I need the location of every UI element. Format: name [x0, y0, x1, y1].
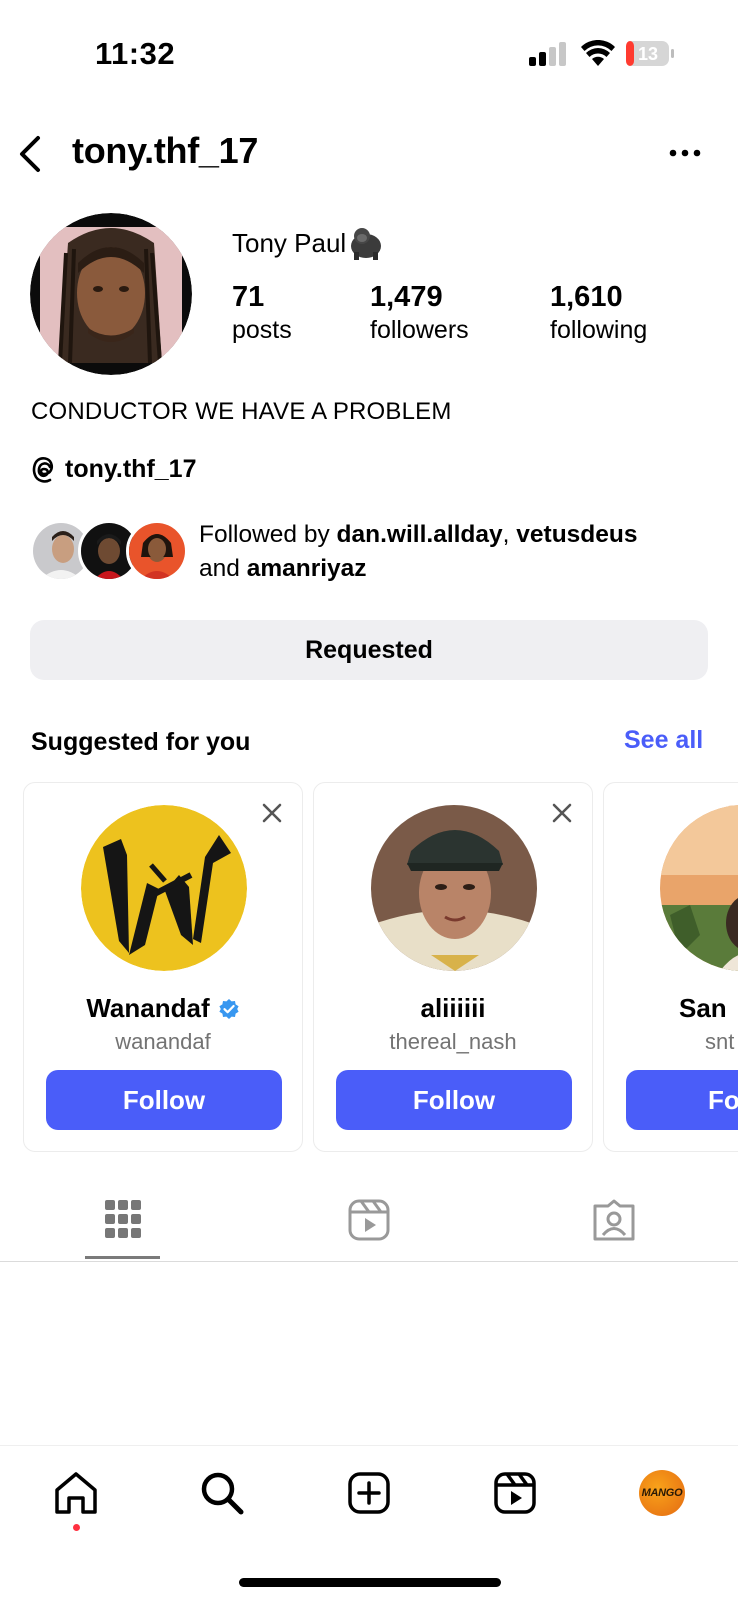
follow-button[interactable]: Fol — [626, 1070, 738, 1130]
gorilla-emoji-icon — [351, 228, 382, 260]
follow-button[interactable]: Follow — [46, 1070, 282, 1130]
battery-icon: 13 — [626, 41, 674, 66]
followed-by-separator: , — [502, 521, 510, 548]
following-stat[interactable]: 1,610 following — [550, 280, 647, 346]
profile-header: tony.thf_17 — [0, 120, 738, 190]
profile-thumb-text: MANGO — [641, 1487, 683, 1499]
create-icon — [348, 1472, 390, 1514]
threads-link[interactable]: tony.thf_17 — [31, 455, 197, 484]
dismiss-icon[interactable] — [550, 801, 574, 825]
suggested-title: Suggested for you — [31, 728, 251, 756]
back-chevron-icon[interactable] — [14, 132, 46, 176]
mutual-avatar — [126, 520, 188, 582]
more-options-icon[interactable] — [668, 146, 702, 160]
follow-button[interactable]: Follow — [336, 1070, 572, 1130]
tab-grid[interactable] — [85, 1190, 161, 1262]
profile-avatar-thumbnail: MANGO — [639, 1470, 685, 1516]
nav-create[interactable] — [344, 1468, 394, 1518]
suggested-avatar[interactable] — [371, 805, 537, 971]
search-icon — [201, 1472, 244, 1515]
cellular-signal-icon — [529, 42, 566, 66]
display-name: Tony Paul — [232, 226, 384, 260]
reels-icon — [494, 1472, 536, 1514]
followed-by-text[interactable]: Followed by dan.will.allday, vetusdeus a… — [199, 518, 719, 586]
suggested-name-text: aliiiiii — [420, 993, 486, 1023]
suggested-handle: wanandaf — [115, 1029, 211, 1054]
wifi-icon — [581, 40, 615, 66]
followers-label: followers — [370, 316, 469, 344]
grid-icon — [105, 1200, 141, 1238]
threads-handle: tony.thf_17 — [65, 455, 197, 483]
suggested-avatar[interactable] — [660, 805, 738, 971]
nav-reels[interactable] — [490, 1468, 540, 1518]
reels-icon — [348, 1199, 390, 1241]
suggested-avatar[interactable] — [81, 805, 247, 971]
suggested-card[interactable]: San snt Fol — [603, 782, 738, 1152]
nav-profile[interactable]: MANGO — [637, 1468, 687, 1518]
following-label: following — [550, 316, 648, 344]
suggested-card[interactable]: Wanandaf wanandaf Follow — [23, 782, 303, 1152]
tab-reels[interactable] — [331, 1190, 407, 1262]
profile-bio: CONDUCTOR WE HAVE A PROBLEM — [31, 398, 452, 425]
display-name-text: Tony Paul — [232, 227, 347, 258]
threads-icon — [32, 456, 54, 483]
followed-by-prefix: Followed by — [199, 521, 330, 548]
suggested-name-text: Wanandaf — [86, 993, 210, 1023]
suggested-name: San — [604, 993, 738, 1024]
verified-badge-icon — [219, 998, 239, 1019]
suggested-card[interactable]: aliiiiii thereal_nash Follow — [313, 782, 593, 1152]
profile-username-title: tony.thf_17 — [72, 130, 259, 171]
mutual-followers-avatars[interactable] — [30, 520, 220, 584]
suggested-handle: snt — [705, 1029, 735, 1054]
followers-count: 1,479 — [370, 281, 443, 313]
suggested-name-text: San — [679, 993, 727, 1023]
mutual-user-link[interactable]: amanriyaz — [247, 555, 367, 582]
following-count: 1,610 — [550, 281, 623, 313]
dismiss-icon[interactable] — [260, 801, 284, 825]
requested-button[interactable]: Requested — [30, 620, 708, 680]
profile-avatar[interactable] — [30, 213, 192, 375]
posts-label: posts — [232, 316, 292, 344]
nav-home[interactable] — [51, 1468, 101, 1518]
profile-tabs — [0, 1190, 738, 1262]
see-all-link[interactable]: See all — [624, 726, 703, 755]
posts-count: 71 — [232, 281, 265, 313]
home-indicator — [239, 1578, 501, 1587]
suggested-name: aliiiiii — [314, 993, 592, 1024]
active-tab-indicator — [85, 1256, 160, 1259]
suggested-handle: thereal_nash — [389, 1029, 517, 1054]
followed-by-and: and — [199, 555, 240, 582]
home-icon — [55, 1472, 97, 1514]
followers-stat[interactable]: 1,479 followers — [370, 280, 469, 346]
nav-search[interactable] — [197, 1468, 247, 1518]
tagged-icon — [593, 1199, 635, 1241]
suggested-name: Wanandaf — [24, 993, 302, 1024]
mutual-user-link[interactable]: dan.will.allday — [337, 521, 503, 548]
status-bar: 11:32 13 — [0, 0, 738, 100]
bottom-navigation: MANGO — [0, 1445, 738, 1600]
battery-level: 13 — [638, 44, 658, 64]
mutual-user-link[interactable]: vetusdeus — [516, 521, 637, 548]
posts-stat: 71 posts — [232, 280, 292, 346]
tab-tagged[interactable] — [576, 1190, 652, 1262]
activity-dot — [73, 1524, 80, 1531]
status-time: 11:32 — [95, 36, 176, 71]
